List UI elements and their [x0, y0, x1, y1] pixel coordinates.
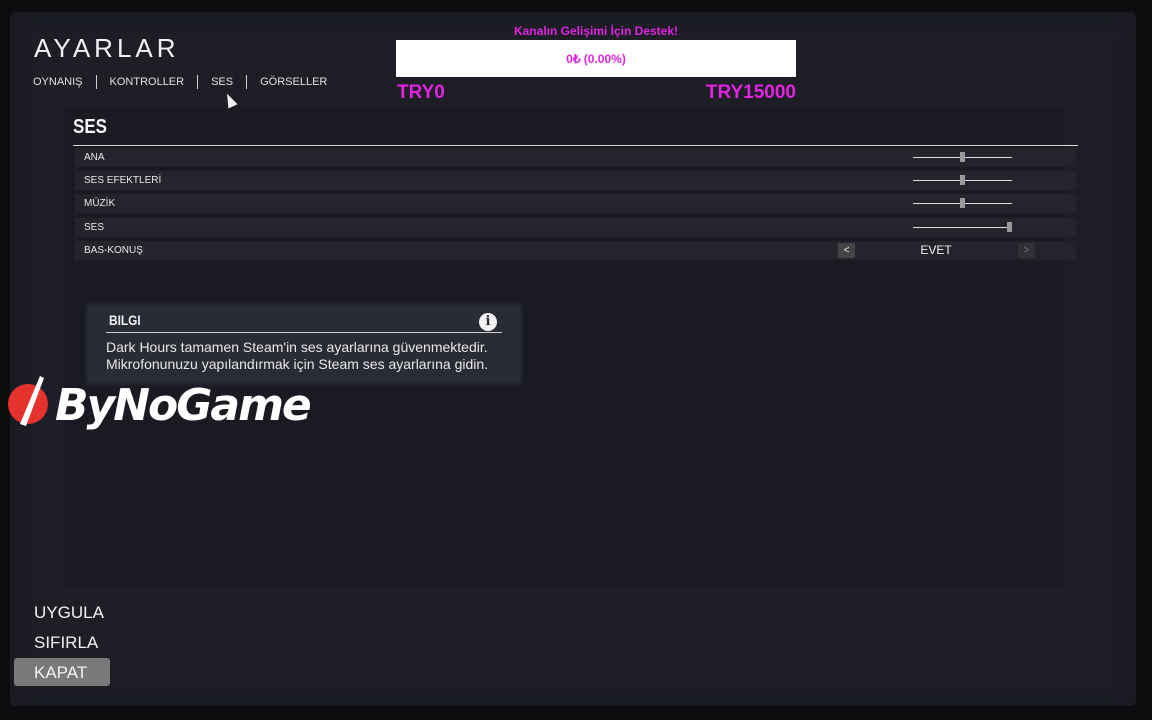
- watermark-logo: ByNoGame: [6, 372, 312, 434]
- slider-handle[interactable]: [960, 198, 965, 208]
- setting-label: ANA: [84, 152, 105, 163]
- tab-audio[interactable]: SES: [198, 76, 246, 88]
- tab-gameplay[interactable]: OYNANIŞ: [33, 76, 96, 88]
- donation-min-label: TRY0: [397, 82, 445, 103]
- voice-volume-slider[interactable]: [913, 222, 1012, 232]
- slider-handle[interactable]: [1007, 222, 1012, 232]
- choice-prev-button[interactable]: <: [838, 243, 855, 258]
- tab-controls[interactable]: KONTROLLER: [97, 76, 198, 88]
- slider-handle[interactable]: [960, 175, 965, 185]
- info-divider: [106, 332, 502, 333]
- setting-label: MÜZİK: [84, 198, 116, 209]
- info-line-1: Dark Hours tamamen Steam'in ses ayarları…: [106, 339, 488, 355]
- donation-progress-text: 0₺ (0.00%): [566, 51, 626, 66]
- watermark-text: ByNoGame: [55, 380, 312, 431]
- push-to-talk-value: EVET: [920, 243, 952, 257]
- settings-tabs: OYNANIŞ KONTROLLER SES GÖRSELLER: [33, 75, 340, 89]
- info-text: Dark Hours tamamen Steam'in ses ayarları…: [106, 339, 488, 373]
- info-line-2: Mikrofonunuzu yapılandırmak için Steam s…: [106, 356, 489, 372]
- section-title: SES: [73, 116, 108, 138]
- master-volume-slider[interactable]: [913, 152, 1012, 162]
- info-icon: i: [479, 313, 497, 331]
- setting-row-voice: SES: [75, 218, 1076, 237]
- setting-row-music: MÜZİK: [75, 194, 1076, 213]
- info-box: BILGI i Dark Hours tamamen Steam'in ses …: [88, 306, 520, 382]
- setting-row-push-to-talk: BAS-KONUŞ < EVET >: [75, 241, 1076, 260]
- setting-label: SES EFEKTLERİ: [84, 175, 162, 186]
- setting-row-sfx: SES EFEKTLERİ: [75, 171, 1076, 190]
- page-title: AYARLAR: [34, 33, 180, 63]
- bynogame-logo-icon: [8, 376, 48, 426]
- setting-label: SES: [84, 222, 105, 233]
- info-title: BILGI: [109, 312, 141, 328]
- setting-label: BAS-KONUŞ: [84, 245, 143, 256]
- tab-graphics[interactable]: GÖRSELLER: [247, 76, 340, 88]
- slider-handle[interactable]: [960, 152, 965, 162]
- music-volume-slider[interactable]: [913, 198, 1012, 208]
- sfx-volume-slider[interactable]: [913, 175, 1012, 185]
- section-divider: [73, 145, 1078, 146]
- donation-title: Kanalın Gelişimi İçin Destek!: [513, 24, 679, 38]
- close-button[interactable]: KAPAT: [34, 663, 87, 683]
- apply-button[interactable]: UYGULA: [34, 603, 104, 623]
- donation-progress-bar: 0₺ (0.00%): [396, 40, 796, 77]
- donation-max-label: TRY15000: [705, 82, 796, 103]
- setting-row-master: ANA: [75, 148, 1076, 167]
- reset-button[interactable]: SIFIRLA: [34, 633, 98, 653]
- choice-next-button[interactable]: >: [1018, 243, 1035, 258]
